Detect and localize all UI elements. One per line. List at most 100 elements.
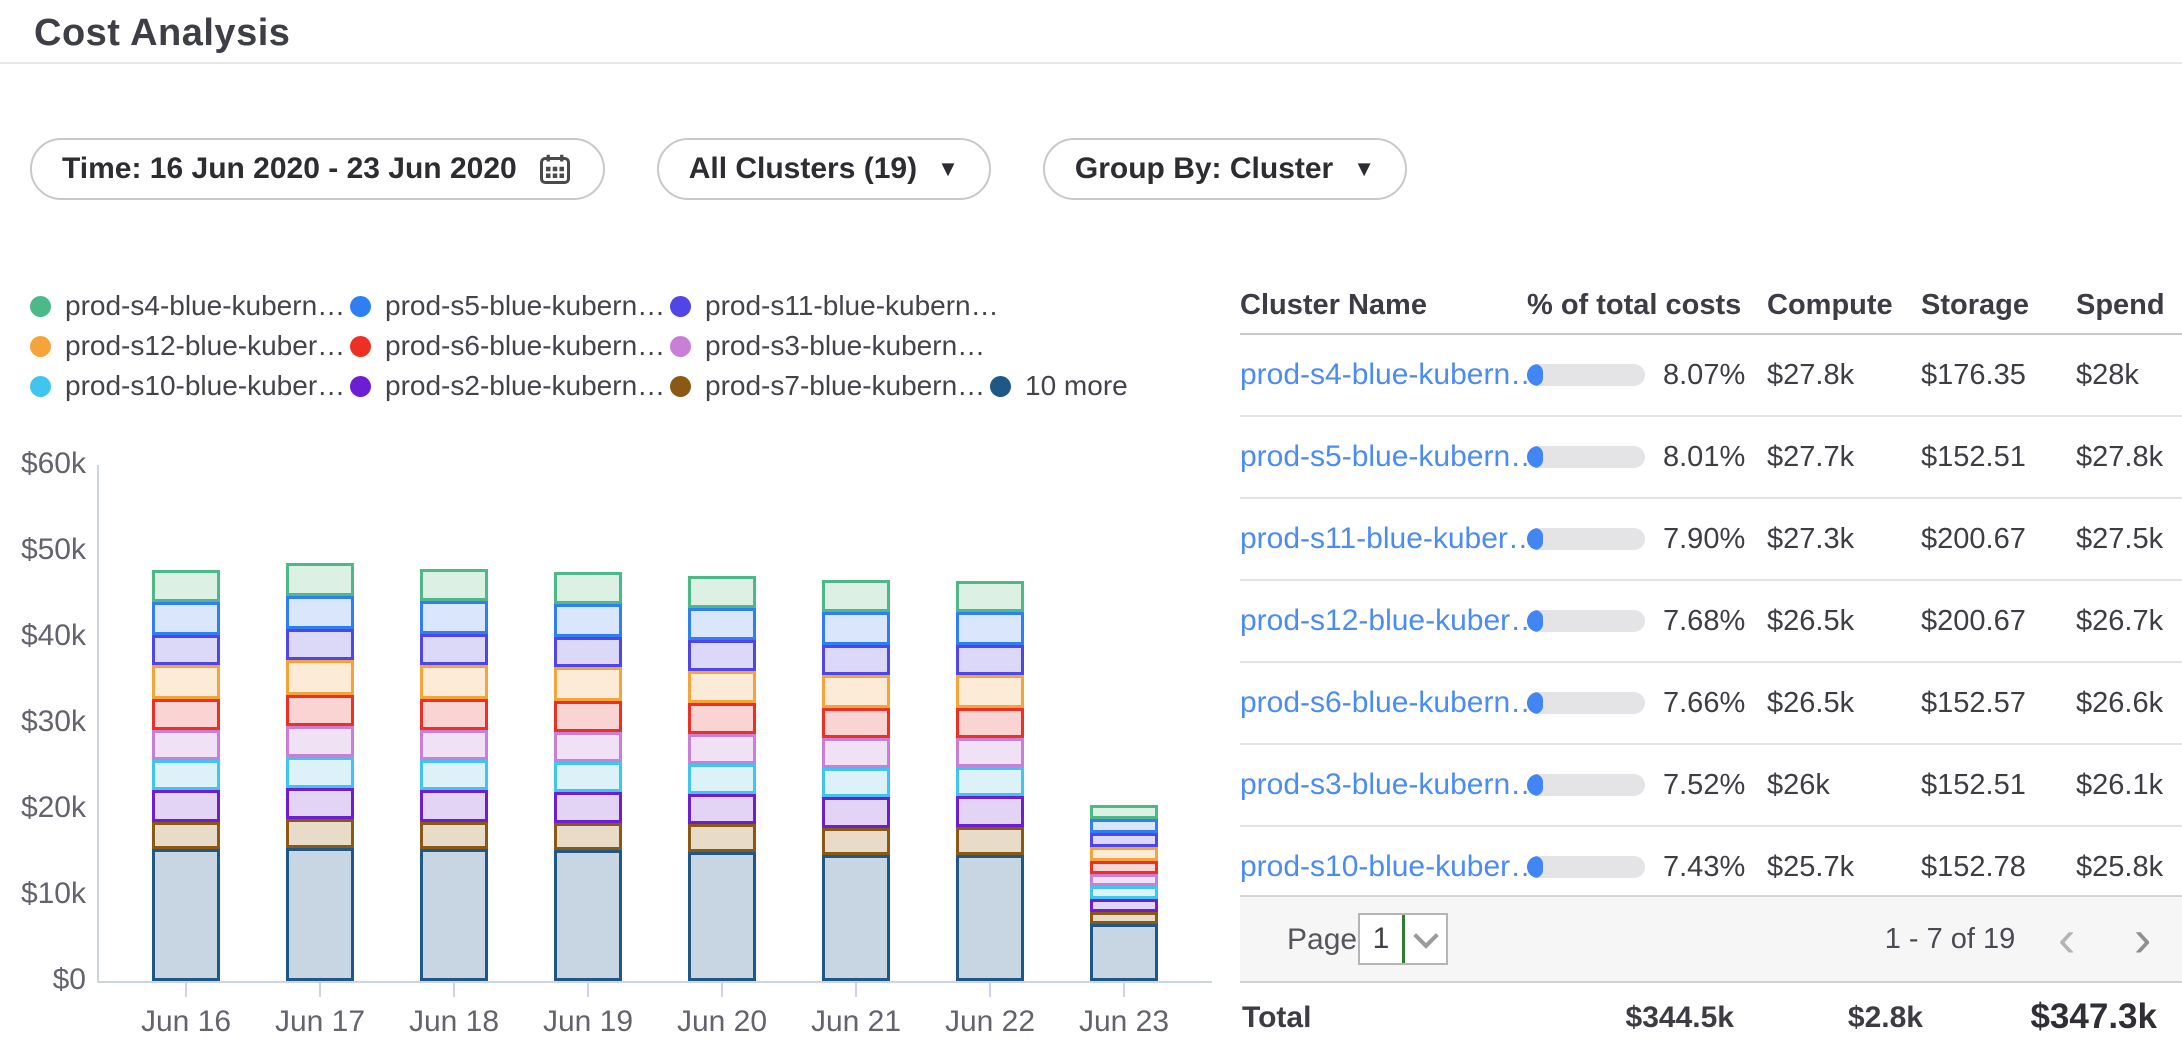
bar-segment[interactable]	[688, 764, 756, 793]
stacked-bar[interactable]	[152, 570, 220, 981]
stacked-bar[interactable]	[822, 580, 890, 981]
bar-segment[interactable]	[152, 635, 220, 665]
bar-segment[interactable]	[1090, 847, 1158, 861]
bar-segment[interactable]	[1090, 912, 1158, 924]
bar-segment[interactable]	[286, 819, 354, 847]
bar-segment[interactable]	[1090, 924, 1158, 981]
bar-segment[interactable]	[822, 738, 890, 768]
bar-segment[interactable]	[688, 576, 756, 608]
bar-segment[interactable]	[152, 699, 220, 730]
bar-segment[interactable]	[822, 580, 890, 612]
bar-segment[interactable]	[420, 634, 488, 665]
bar-segment[interactable]	[554, 667, 622, 701]
stacked-bar[interactable]	[688, 576, 756, 981]
bar-segment[interactable]	[956, 645, 1024, 675]
bar-segment[interactable]	[956, 796, 1024, 827]
cluster-name-link[interactable]: prod-s6-blue-kubern…	[1240, 686, 1540, 719]
page-select[interactable]: 1	[1358, 913, 1448, 965]
bar-segment[interactable]	[822, 645, 890, 675]
bar-segment[interactable]	[822, 768, 890, 797]
group-by-dropdown[interactable]: Group By: Cluster ▼	[1043, 138, 1407, 200]
bar-segment[interactable]	[688, 794, 756, 825]
legend-item[interactable]: prod-s3-blue-kubern…	[670, 332, 990, 360]
bar-segment[interactable]	[420, 569, 488, 601]
bar-segment[interactable]	[554, 572, 622, 604]
bar-segment[interactable]	[822, 675, 890, 708]
bar-segment[interactable]	[956, 738, 1024, 767]
time-range-filter[interactable]: Time: 16 Jun 2020 - 23 Jun 2020	[30, 138, 605, 200]
bar-segment[interactable]	[152, 790, 220, 822]
bar-segment[interactable]	[956, 581, 1024, 612]
bar-segment[interactable]	[956, 827, 1024, 855]
stacked-bar[interactable]	[1090, 805, 1158, 981]
bar-segment[interactable]	[1090, 833, 1158, 847]
legend-item[interactable]: prod-s12-blue-kuber…	[30, 332, 350, 360]
bar-segment[interactable]	[956, 612, 1024, 645]
cluster-name-link[interactable]: prod-s10-blue-kuber…	[1240, 850, 1540, 883]
cluster-name-link[interactable]: prod-s3-blue-kubern…	[1240, 768, 1540, 801]
bar-segment[interactable]	[822, 828, 890, 856]
bar-segment[interactable]	[420, 601, 488, 635]
cluster-name-link[interactable]: prod-s11-blue-kuber…	[1240, 522, 1538, 555]
bar-segment[interactable]	[420, 849, 488, 981]
legend-item[interactable]: prod-s4-blue-kubern…	[30, 292, 350, 320]
bar-segment[interactable]	[1090, 899, 1158, 912]
stacked-bar[interactable]	[554, 572, 622, 981]
bar-segment[interactable]	[688, 703, 756, 734]
bar-segment[interactable]	[152, 849, 220, 981]
bar-segment[interactable]	[286, 726, 354, 757]
bar-segment[interactable]	[688, 608, 756, 641]
stacked-bar[interactable]	[420, 569, 488, 981]
bar-segment[interactable]	[152, 730, 220, 760]
bar-segment[interactable]	[152, 570, 220, 602]
bar-segment[interactable]	[286, 757, 354, 787]
bar-segment[interactable]	[286, 596, 354, 630]
bar-segment[interactable]	[688, 671, 756, 704]
prev-page-button[interactable]: ‹	[2058, 909, 2075, 969]
bar-segment[interactable]	[554, 604, 622, 638]
legend-item[interactable]: prod-s10-blue-kuber…	[30, 372, 350, 400]
stacked-bar[interactable]	[956, 581, 1024, 981]
bar-segment[interactable]	[152, 665, 220, 699]
bar-segment[interactable]	[1090, 819, 1158, 833]
bar-segment[interactable]	[420, 790, 488, 822]
clusters-filter-dropdown[interactable]: All Clusters (19) ▼	[657, 138, 991, 200]
bar-segment[interactable]	[286, 695, 354, 727]
bar-segment[interactable]	[554, 701, 622, 732]
legend-item[interactable]: prod-s7-blue-kubern…	[670, 372, 990, 400]
cluster-name-link[interactable]: prod-s12-blue-kuber…	[1240, 604, 1540, 637]
legend-item[interactable]: prod-s5-blue-kubern…	[350, 292, 670, 320]
bar-segment[interactable]	[152, 602, 220, 636]
bar-segment[interactable]	[822, 612, 890, 645]
bar-segment[interactable]	[286, 629, 354, 660]
legend-item[interactable]: 10 more	[990, 372, 1128, 400]
bar-segment[interactable]	[554, 732, 622, 762]
bar-segment[interactable]	[822, 708, 890, 738]
bar-segment[interactable]	[822, 797, 890, 828]
bar-segment[interactable]	[420, 730, 488, 760]
bar-segment[interactable]	[688, 852, 756, 981]
bar-segment[interactable]	[554, 823, 622, 851]
bar-segment[interactable]	[286, 563, 354, 596]
bar-segment[interactable]	[554, 637, 622, 667]
bar-segment[interactable]	[1090, 805, 1158, 820]
bar-segment[interactable]	[1090, 874, 1158, 887]
bar-segment[interactable]	[152, 822, 220, 850]
bar-segment[interactable]	[822, 855, 890, 981]
bar-segment[interactable]	[286, 848, 354, 981]
stacked-bar[interactable]	[286, 563, 354, 981]
legend-item[interactable]: prod-s11-blue-kubern…	[670, 292, 990, 320]
bar-segment[interactable]	[688, 734, 756, 764]
bar-segment[interactable]	[956, 708, 1024, 738]
bar-segment[interactable]	[1090, 886, 1158, 899]
bar-segment[interactable]	[152, 760, 220, 790]
bar-segment[interactable]	[286, 788, 354, 820]
bar-segment[interactable]	[688, 640, 756, 670]
bar-segment[interactable]	[420, 760, 488, 790]
bar-segment[interactable]	[956, 675, 1024, 708]
bar-segment[interactable]	[420, 665, 488, 699]
bar-segment[interactable]	[956, 767, 1024, 796]
bar-segment[interactable]	[1090, 861, 1158, 874]
bar-segment[interactable]	[956, 855, 1024, 981]
bar-segment[interactable]	[420, 699, 488, 730]
